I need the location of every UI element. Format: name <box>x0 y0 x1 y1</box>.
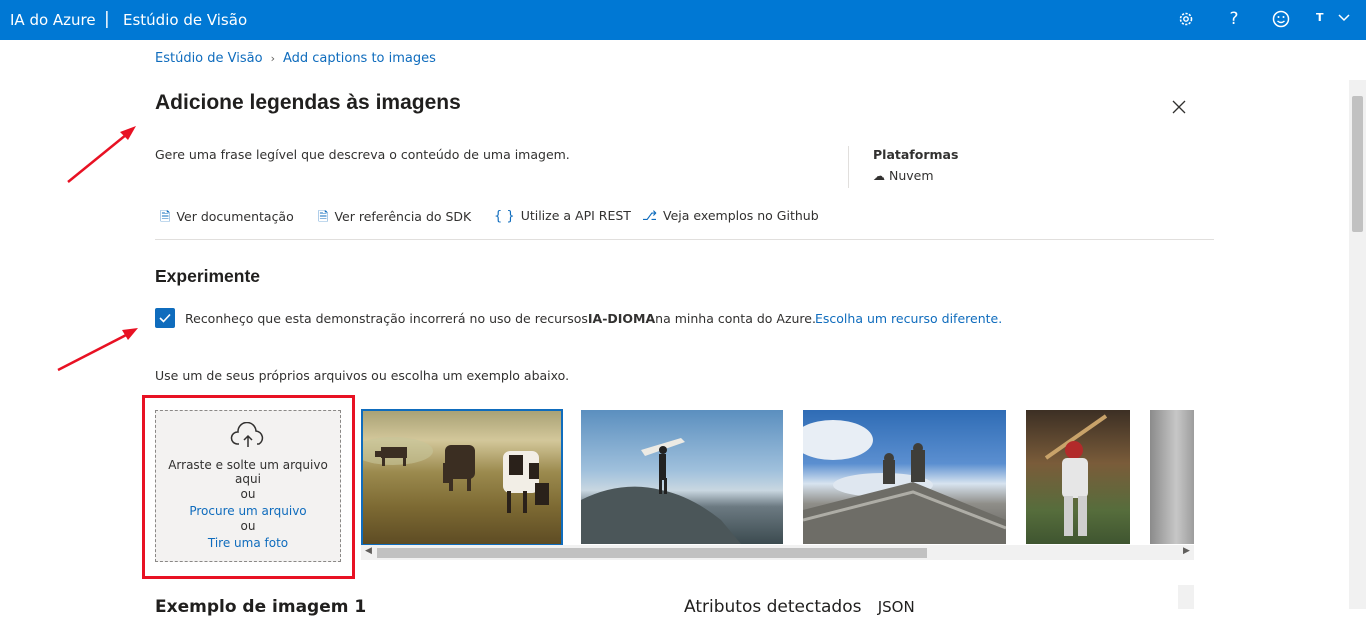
sdk-link[interactable]: 🗎 Ver referência do SDK <box>318 208 471 230</box>
scroll-left-arrow-icon[interactable]: ◀ <box>365 546 372 556</box>
account-avatar[interactable]: T <box>1316 11 1324 24</box>
platforms-value: ☁ Nuvem <box>873 168 934 183</box>
surfer-picture <box>581 438 741 544</box>
feedback-smiley-icon[interactable] <box>1270 8 1292 30</box>
annotation-highlight-box <box>142 395 355 579</box>
annotation-arrow-icon <box>57 328 138 372</box>
sample-image-baseball[interactable] <box>1026 410 1130 544</box>
brand-link[interactable]: IA do Azure <box>10 11 96 29</box>
braces-icon: { } <box>494 209 515 224</box>
settings-gear-icon[interactable] <box>1175 8 1197 30</box>
section-divider <box>155 239 1214 240</box>
cloud-icon: ☁ <box>873 169 885 183</box>
sample-image-building[interactable] <box>803 410 1006 544</box>
sample-image-partial[interactable] <box>1150 410 1194 544</box>
acknowledge-text: Reconheço que esta demonstração incorrer… <box>185 311 816 326</box>
detected-attributes-label: Atributos detectados <box>684 597 862 617</box>
ack-suffix: na minha conta do Azure. <box>655 311 816 326</box>
example-image-heading: Exemplo de imagem 1 <box>155 597 367 617</box>
ack-prefix: Reconheço que esta demonstração incorrer… <box>185 311 588 326</box>
help-question-icon[interactable]: ? <box>1223 8 1245 30</box>
try-it-heading: Experimente <box>155 266 261 286</box>
results-scrollbar[interactable] <box>1178 585 1194 609</box>
brand-separator: | <box>104 9 110 29</box>
rest-api-link-label: Utilize a API REST <box>520 208 631 223</box>
platform-name: Nuvem <box>889 168 934 183</box>
scroll-right-arrow-icon[interactable]: ▶ <box>1183 546 1190 556</box>
sdk-link-label: Ver referência do SDK <box>334 209 472 224</box>
studio-link[interactable]: Estúdio de Visão <box>123 11 247 29</box>
breadcrumb: Estúdio de Visão › Add captions to images <box>155 51 436 66</box>
checkmark-icon <box>159 313 171 323</box>
document-icon: 🗎 <box>318 210 329 225</box>
gallery-scrollbar-thumb[interactable] <box>377 548 927 558</box>
sample-hint: Use um de seus próprios arquivos ou esco… <box>155 368 570 383</box>
branch-icon: ⎇ <box>642 209 657 224</box>
github-link[interactable]: ⎇ Veja exemplos no Github <box>642 208 819 224</box>
baseball-picture <box>1044 414 1108 536</box>
acknowledge-checkbox[interactable] <box>155 308 175 328</box>
page-title: Adicione legendas às imagens <box>155 91 461 114</box>
top-bar: IA do Azure | Estúdio de Visão ? T <box>0 0 1366 40</box>
rest-api-link[interactable]: { } Utilize a API REST <box>494 208 631 224</box>
detected-attributes-heading: Atributos detectados JSON <box>684 597 915 617</box>
document-icon: 🗎 <box>160 210 171 225</box>
sample-image-cows[interactable] <box>361 409 563 546</box>
cows-picture <box>363 437 549 513</box>
close-icon[interactable] <box>1168 96 1190 118</box>
breadcrumb-home[interactable]: Estúdio de Visão <box>155 51 263 66</box>
annotation-arrow-icon <box>67 126 136 183</box>
page-scrollbar-thumb[interactable] <box>1352 96 1363 232</box>
docs-link-label: Ver documentação <box>176 209 294 224</box>
building-picture <box>803 420 1006 544</box>
sample-image-surfer[interactable] <box>581 410 783 544</box>
docs-link[interactable]: 🗎 Ver documentação <box>160 208 294 230</box>
page-description: Gere uma frase legível que descreva o co… <box>155 147 570 162</box>
json-tab[interactable]: JSON <box>878 598 915 616</box>
divider <box>848 146 849 188</box>
account-chevron-down-icon[interactable] <box>1334 6 1354 28</box>
breadcrumb-current[interactable]: Add captions to images <box>283 51 436 66</box>
breadcrumb-chevron-icon: › <box>270 52 275 65</box>
change-resource-link[interactable]: Escolha um recurso diferente. <box>815 311 1002 326</box>
github-link-label: Veja exemplos no Github <box>662 208 819 223</box>
platforms-label: Plataformas <box>873 147 959 162</box>
resource-name: IA-DIOMA <box>587 311 656 326</box>
